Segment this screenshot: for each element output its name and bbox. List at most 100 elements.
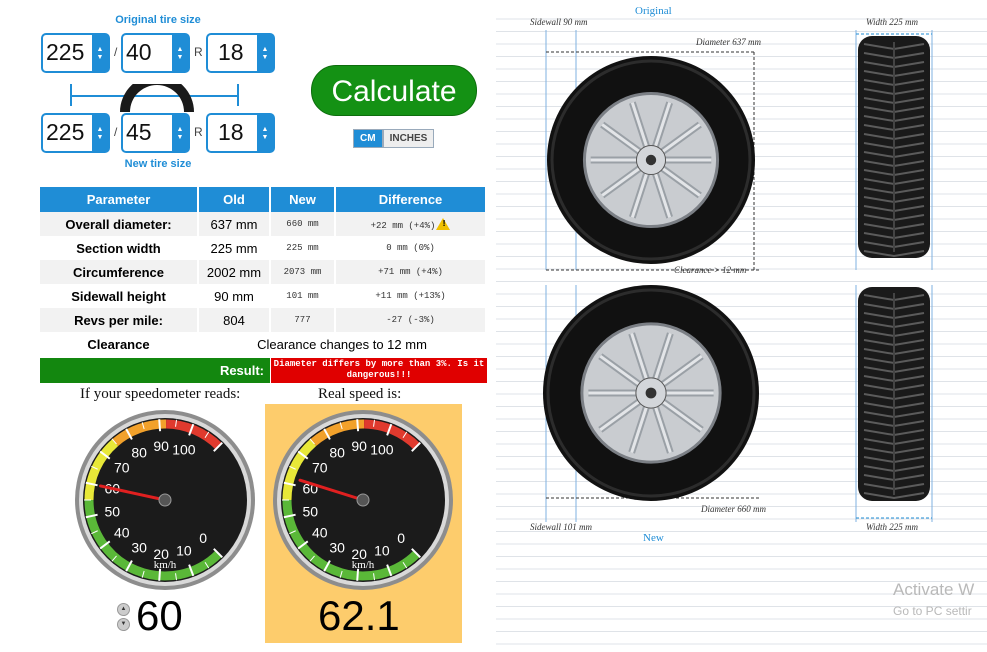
original-ratio-select[interactable]: 40 ▲ ▼ <box>121 33 190 73</box>
row-old: 2002 mm <box>198 260 271 284</box>
real-title: Real speed is: <box>318 386 402 402</box>
gauge-hub <box>356 493 370 507</box>
table-row: Circumference 2002 mm 2073 mm +71 mm (+4… <box>40 260 487 284</box>
gauge-unit: km/h <box>154 559 177 571</box>
row-new: 101 mm <box>270 284 336 308</box>
row-name: Sidewall height <box>40 284 199 308</box>
sidewall-badge-text: 225 / 45 R 18 / 91V <box>135 99 179 105</box>
gauge-tick-label: 100 <box>370 441 394 457</box>
gauge-tick-label: 90 <box>351 438 367 454</box>
row-new: 777 <box>270 308 336 332</box>
r-separator: R <box>194 125 203 139</box>
unit-inches-button[interactable]: INCHES <box>382 129 435 148</box>
original-width-value: 225 <box>46 39 85 65</box>
row-old: 804 <box>198 308 271 332</box>
watermark-line1: Activate W <box>893 580 975 599</box>
wheel-original <box>547 56 755 264</box>
new-width-select[interactable]: 225 ▲ ▼ <box>41 113 110 153</box>
spinner-icon: ▲ ▼ <box>92 35 108 71</box>
new-ratio-select[interactable]: 45 ▲ ▼ <box>121 113 190 153</box>
gauge-tick-label: 80 <box>329 445 345 461</box>
new-rim-select[interactable]: 18 ▲ ▼ <box>206 113 275 153</box>
gauge-tick-label: 100 <box>172 441 196 457</box>
diagram-new-title: New <box>643 532 664 544</box>
width-old-label: Width 225 mm <box>866 17 919 27</box>
gauge-tick-label: 40 <box>312 524 328 540</box>
warning-icon: ! <box>436 217 451 230</box>
stepper-down-icon[interactable]: ▼ <box>117 618 130 631</box>
row-old: 225 mm <box>198 236 271 260</box>
gauge-tick-label: 0 <box>397 530 405 546</box>
reads-value: 60 <box>136 592 183 639</box>
hub-cap <box>645 154 657 166</box>
original-rim-value: 18 <box>218 39 244 65</box>
row-diff: +22 mm (+4%)! <box>335 212 487 236</box>
speed-stepper[interactable]: ▲ ▼ <box>117 603 131 633</box>
header-parameter: Parameter <box>40 187 199 212</box>
table-header: Parameter Old New Difference <box>40 187 487 212</box>
original-size-caption: Original tire size <box>115 14 201 26</box>
clearance-value: Clearance changes to 12 mm <box>198 332 487 356</box>
original-rim-select[interactable]: 18 ▲ ▼ <box>206 33 275 73</box>
gauge-tick-label: 40 <box>114 524 130 540</box>
row-diff: 0 mm (0%) <box>335 236 487 260</box>
original-width-select[interactable]: 225 ▲ ▼ <box>41 33 110 73</box>
calculate-button[interactable]: Calculate <box>311 65 477 116</box>
spinner-icon: ▲ ▼ <box>92 115 108 151</box>
watermark-line2: Go to PC settir <box>893 604 972 618</box>
speedometer-real: 01020304050607080 90 100km/h <box>273 410 453 590</box>
row-name: Section width <box>40 236 199 260</box>
tire-diagram: Original Sidewall 90 mm Width 225 mm Dia… <box>496 0 987 652</box>
gauge-hub <box>158 493 172 507</box>
row-old: 637 mm <box>198 212 271 236</box>
row-diff: -27 (-3%) <box>335 308 487 332</box>
diameter-old-label: Diameter 637 mm <box>696 37 761 47</box>
gauge-tick-label: 30 <box>329 539 345 555</box>
unit-toggle: CM INCHES <box>353 129 435 148</box>
spinner-icon: ▲ ▼ <box>172 35 188 71</box>
diagram-original-title: Original <box>635 5 672 17</box>
header-difference: Difference <box>335 187 487 212</box>
width-new-label: Width 225 mm <box>866 522 919 532</box>
gauge-tick <box>158 419 162 432</box>
clearance-row: Clearance Clearance changes to 12 mm <box>40 332 487 356</box>
spinner-icon: ▲ ▼ <box>257 35 273 71</box>
row-new: 2073 mm <box>270 260 336 284</box>
unit-cm-button[interactable]: CM <box>353 129 383 148</box>
slash-separator: / <box>114 125 118 139</box>
reads-title: If your speedometer reads: <box>80 386 241 402</box>
result-message: Diameter differs by more than 3%. Is it … <box>271 358 487 383</box>
header-new: New <box>270 187 336 212</box>
speedometer-reads: 0102030405060708090100km/h <box>75 410 255 590</box>
gauge-tick-label: 50 <box>302 503 318 519</box>
r-separator: R <box>194 45 203 59</box>
header-old: Old <box>198 187 271 212</box>
row-diff-text: +22 mm (+4%) <box>370 220 436 231</box>
row-name: Revs per mile: <box>40 308 199 332</box>
table-row: Revs per mile: 804 777 -27 (-3%) <box>40 308 487 332</box>
table-row: Overall diameter: 637 mm 660 mm +22 mm (… <box>40 212 487 236</box>
diagram-canvas <box>496 18 987 645</box>
clearance-label: Clearance > 12 mm <box>674 265 747 275</box>
clearance-label: Clearance <box>40 332 199 356</box>
gauge-tick-label: 70 <box>114 460 130 476</box>
original-ratio-value: 40 <box>126 39 152 65</box>
row-diff: +11 mm (+13%) <box>335 284 487 308</box>
diameter-new-label: Diameter 660 mm <box>701 504 766 514</box>
gauge-unit: km/h <box>352 559 375 571</box>
new-ratio-value: 45 <box>126 119 152 145</box>
stepper-up-icon[interactable]: ▲ <box>117 603 130 616</box>
row-diff: +71 mm (+4%) <box>335 260 487 284</box>
table-row: Sidewall height 90 mm 101 mm +11 mm (+13… <box>40 284 487 308</box>
gauge-tick-label: 10 <box>374 543 390 559</box>
tread-new <box>858 287 930 501</box>
sidewall-old-label: Sidewall 90 mm <box>530 17 588 27</box>
gauge-tick-label: 30 <box>131 539 147 555</box>
slash-separator: / <box>114 45 118 59</box>
real-value: 62.1 <box>318 592 400 639</box>
gauge-tick-label: 50 <box>104 503 120 519</box>
gauge-tick-label: 80 <box>131 445 147 461</box>
table-row: Section width 225 mm 225 mm 0 mm (0%) <box>40 236 487 260</box>
comparison-table: Parameter Old New Difference Overall dia… <box>40 187 487 356</box>
gauge-tick-label: 0 <box>199 530 207 546</box>
